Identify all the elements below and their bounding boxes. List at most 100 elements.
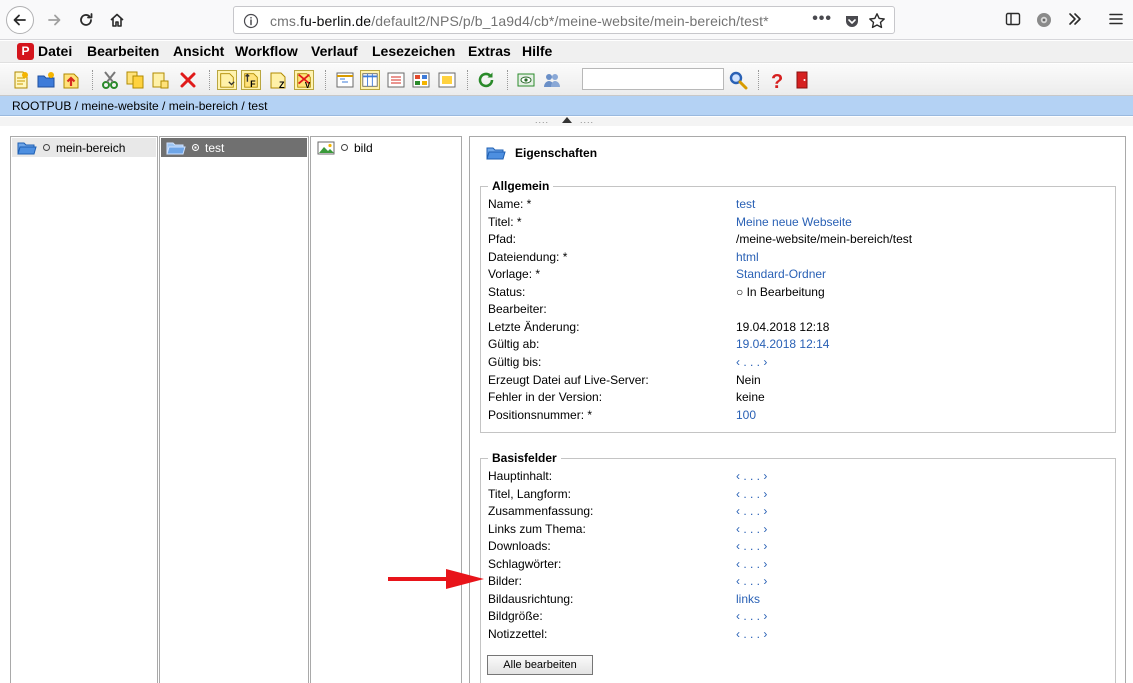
property-value-link[interactable]: ‹ . . . ›	[736, 574, 767, 588]
view-tree-icon[interactable]	[335, 70, 355, 90]
property-value-link[interactable]: ‹ . . . ›	[736, 539, 767, 553]
delete-icon[interactable]	[178, 70, 198, 90]
property-value-link[interactable]: test	[736, 197, 755, 211]
property-row: Downloads: ‹ . . . ›	[488, 538, 1108, 555]
app-menubar: P Datei Bearbeiten Ansicht Workflow Verl…	[0, 41, 1133, 63]
menu-ansicht[interactable]: Ansicht	[173, 43, 224, 59]
property-label: Bilder:	[488, 574, 523, 589]
property-value: ○ In Bearbeitung	[736, 284, 825, 299]
property-value-link[interactable]: ‹ . . . ›	[736, 627, 767, 641]
browser-toolbar: cms.fu-berlin.de/default2/NPS/p/b_1a9d4/…	[0, 0, 1133, 40]
sort-z-icon[interactable]: Z	[268, 70, 288, 90]
toolbar-separator	[467, 70, 468, 90]
property-row: Name: * test	[488, 196, 1108, 213]
menu-datei[interactable]: Datei	[38, 43, 72, 59]
property-row: Hauptinhalt: ‹ . . . ›	[488, 468, 1108, 485]
forward-button[interactable]	[40, 6, 68, 34]
view-list-icon[interactable]	[386, 70, 406, 90]
fieldset-basisfelder: Basisfelder Hauptinhalt: ‹ . . . › Titel, …	[480, 451, 1116, 683]
menu-lesezeichen[interactable]: Lesezeichen	[372, 43, 455, 59]
preview-eye-icon[interactable]	[516, 70, 536, 90]
edit-all-button[interactable]: Alle bearbeiten	[487, 655, 593, 675]
copy-icon[interactable]	[125, 70, 145, 90]
property-label: Pfad:	[488, 232, 517, 247]
properties-title: Eigenschaften	[515, 146, 598, 160]
property-value-link[interactable]: links	[736, 592, 760, 606]
folder-open-icon	[166, 142, 186, 154]
logout-door-icon[interactable]	[792, 70, 812, 90]
paste-icon[interactable]	[150, 70, 170, 90]
new-folder-icon[interactable]	[36, 70, 56, 90]
collapse-arrow-icon[interactable]	[562, 117, 572, 123]
toolbar-separator	[325, 70, 326, 90]
page-actions-icon[interactable]: •••	[812, 10, 832, 28]
new-document-icon[interactable]	[11, 70, 31, 90]
url-host: fu-berlin.de	[299, 13, 372, 29]
view-preview-icon[interactable]	[437, 70, 457, 90]
property-label: Dateiendung: *	[488, 249, 568, 264]
property-value-link[interactable]: ‹ . . . ›	[736, 355, 767, 369]
menu-extras[interactable]: Extras	[468, 43, 511, 59]
property-row: Dateiendung: * html	[488, 249, 1108, 266]
menu-workflow[interactable]: Workflow	[235, 43, 298, 59]
property-value-link[interactable]: html	[736, 250, 759, 264]
sidebar-icon[interactable]	[1005, 11, 1021, 27]
url-path: /default2/NPS/p/b_1a9d4/cb*/meine-websit…	[371, 13, 769, 29]
home-button[interactable]	[103, 6, 131, 34]
upload-icon[interactable]	[61, 70, 81, 90]
bookmark-star-icon[interactable]	[868, 12, 886, 30]
property-label: Zusammenfassung:	[488, 504, 594, 519]
property-value-link[interactable]: ‹ . . . ›	[736, 609, 767, 623]
property-row: Notizzettel: ‹ . . . ›	[488, 626, 1108, 643]
property-value-link[interactable]: ‹ . . . ›	[736, 522, 767, 536]
search-icon[interactable]	[728, 70, 748, 90]
url-text[interactable]: cms.fu-berlin.de/default2/NPS/p/b_1a9d4/…	[270, 13, 769, 29]
menu-bearbeiten[interactable]: Bearbeiten	[87, 43, 159, 59]
property-value-link[interactable]: ‹ . . . ›	[736, 469, 767, 483]
property-value-link[interactable]: ‹ . . . ›	[736, 557, 767, 571]
property-value-link[interactable]: Standard-Ordner	[736, 267, 826, 281]
node-label: bild	[354, 140, 373, 155]
extension-icon[interactable]	[1035, 11, 1053, 29]
menu-hilfe[interactable]: Hilfe	[522, 43, 552, 59]
status-radio	[341, 144, 348, 151]
property-label: Downloads:	[488, 539, 551, 554]
breadcrumb[interactable]: ROOTPUB / meine-website / mein-bereich /…	[12, 99, 267, 113]
property-value-link[interactable]: 100	[736, 408, 756, 422]
help-icon[interactable]: ?	[767, 70, 787, 90]
cut-icon[interactable]	[100, 70, 120, 90]
view-grid-icon[interactable]	[411, 70, 431, 90]
splitter-handle[interactable]: .... ....	[0, 116, 1133, 126]
view-columns-icon[interactable]	[360, 70, 380, 90]
sort-folder-icon[interactable]: F	[241, 70, 261, 90]
svg-text:F: F	[250, 79, 256, 89]
refresh-icon[interactable]	[476, 70, 496, 90]
property-row: Schlagwörter: ‹ . . . ›	[488, 556, 1108, 573]
address-bar[interactable]: cms.fu-berlin.de/default2/NPS/p/b_1a9d4/…	[233, 6, 895, 34]
menu-verlauf[interactable]: Verlauf	[311, 43, 358, 59]
users-icon[interactable]	[542, 70, 562, 90]
search-input[interactable]	[582, 68, 724, 90]
property-label: Fehler in der Version:	[488, 390, 603, 405]
properties-header: Eigenschaften	[486, 146, 597, 160]
property-value-link[interactable]: ‹ . . . ›	[736, 504, 767, 518]
property-row: Titel: * Meine neue Webseite	[488, 214, 1108, 231]
pocket-icon[interactable]	[844, 13, 860, 29]
back-button[interactable]	[6, 6, 34, 34]
node-mein-bereich[interactable]: mein-bereich	[12, 138, 156, 157]
toolbar-separator	[507, 70, 508, 90]
version-icon[interactable]: V	[294, 70, 314, 90]
node-bild[interactable]: bild	[312, 138, 373, 157]
image-icon	[317, 141, 335, 154]
reload-button[interactable]	[72, 6, 100, 34]
sort-icon[interactable]	[217, 70, 237, 90]
hamburger-menu-icon[interactable]	[1108, 11, 1124, 27]
property-row: Fehler in der Version: keine	[488, 389, 1108, 406]
node-test[interactable]: test	[161, 138, 307, 157]
property-row: Vorlage: * Standard-Ordner	[488, 266, 1108, 283]
property-value-link[interactable]: 19.04.2018 12:14	[736, 337, 829, 351]
property-value-link[interactable]: ‹ . . . ›	[736, 487, 767, 501]
chevron-double-right-icon[interactable]	[1067, 11, 1083, 27]
info-icon[interactable]	[243, 13, 259, 29]
property-value-link[interactable]: Meine neue Webseite	[736, 215, 852, 229]
